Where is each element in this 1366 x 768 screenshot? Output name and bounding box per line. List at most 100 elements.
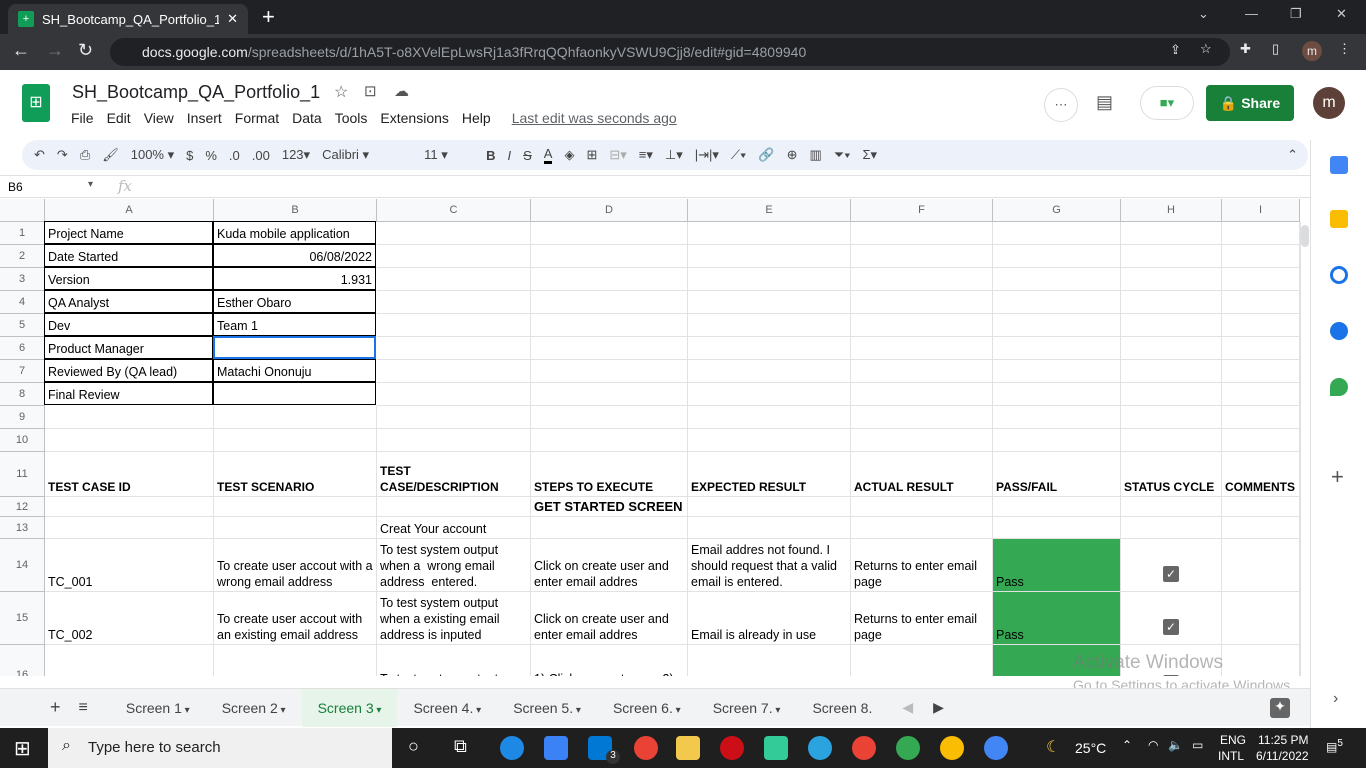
paint-format-icon[interactable]: 🖌	[102, 147, 119, 163]
text-wrap-icon[interactable]: |⇥|▾	[695, 147, 719, 163]
browser-menu-icon[interactable]: ⋮	[1338, 41, 1351, 57]
maps-icon[interactable]	[1330, 378, 1348, 396]
back-icon[interactable]: ←	[12, 40, 30, 61]
cell-c11[interactable]: TEST CASE/DESCRIPTION	[377, 452, 531, 497]
menu-view[interactable]: View	[144, 110, 174, 126]
side-panel-icon[interactable]: ▯	[1272, 41, 1279, 57]
volume-icon[interactable]: 🔈	[1168, 738, 1183, 752]
cell-h1[interactable]	[1121, 222, 1222, 245]
row-header-11[interactable]: 11	[0, 452, 45, 497]
cell-i5[interactable]	[1222, 314, 1300, 337]
cell-b4[interactable]: Esther Obaro	[213, 290, 376, 313]
font-select[interactable]: Calibri ▾	[322, 147, 412, 163]
column-header-c[interactable]: C	[377, 199, 531, 222]
cell-c1[interactable]	[377, 222, 531, 245]
weather-icon[interactable]: ☾	[1046, 737, 1060, 757]
cell-g11[interactable]: PASS/FAIL	[993, 452, 1121, 497]
row-header-10[interactable]: 10	[0, 429, 45, 452]
windows-start-icon[interactable]: ⊞	[14, 736, 31, 761]
cell-g2[interactable]	[993, 245, 1121, 268]
row-header-16[interactable]: 16	[0, 645, 45, 676]
column-header-g[interactable]: G	[993, 199, 1121, 222]
sheet-tab-3[interactable]: Screen 3 ▾	[301, 688, 398, 727]
align-vertical-icon[interactable]: ⊥▾	[665, 147, 683, 163]
row-header-7[interactable]: 7	[0, 360, 45, 383]
sheet-tab-8[interactable]: Screen 8.	[796, 689, 888, 727]
cell-b16[interactable]: To create user accout with	[214, 645, 377, 676]
cell-i13[interactable]	[1222, 517, 1300, 539]
cell-e3[interactable]	[688, 268, 851, 291]
close-tab-icon[interactable]: ✕	[227, 11, 238, 27]
profile-avatar[interactable]: m	[1302, 41, 1322, 61]
cell-a11[interactable]: TEST CASE ID	[45, 452, 214, 497]
cell-e5[interactable]	[688, 314, 851, 337]
cell-g14[interactable]: Pass	[993, 539, 1121, 592]
fill-color-icon[interactable]: ◈	[564, 147, 574, 163]
cell-b10[interactable]	[214, 429, 377, 452]
cell-d5[interactable]	[531, 314, 688, 337]
currency-button[interactable]: $	[186, 148, 193, 163]
cell-c15[interactable]: To test system output when a existing em…	[377, 592, 531, 645]
tray-chevron-icon[interactable]: ⌃	[1122, 738, 1132, 752]
functions-icon[interactable]: Σ▾	[863, 147, 878, 163]
cell-g1[interactable]	[993, 222, 1121, 245]
italic-icon[interactable]: I	[507, 148, 511, 163]
cell-c6[interactable]	[377, 337, 531, 360]
cell-a6[interactable]: Product Manager	[44, 336, 213, 359]
move-folder-icon[interactable]: ⊡	[364, 82, 377, 100]
row-header-14[interactable]: 14	[0, 539, 45, 592]
edge-icon[interactable]	[500, 736, 524, 760]
menu-file[interactable]: File	[71, 110, 94, 126]
percent-button[interactable]: %	[205, 148, 217, 163]
row-header-1[interactable]: 1	[0, 222, 45, 245]
cell-f8[interactable]	[851, 383, 993, 406]
scroll-sheets-right-icon[interactable]: ▶	[933, 699, 944, 716]
cell-f16[interactable]: Returns to enter email	[851, 645, 993, 676]
new-tab-icon[interactable]: +	[262, 4, 275, 30]
cell-h6[interactable]	[1121, 337, 1222, 360]
cell-e13[interactable]	[688, 517, 851, 539]
cell-i16[interactable]	[1222, 645, 1300, 676]
cell-a5[interactable]: Dev	[44, 313, 213, 336]
cell-h4[interactable]	[1121, 291, 1222, 314]
vertical-scrollbar[interactable]	[1300, 222, 1310, 676]
cell-d10[interactable]	[531, 429, 688, 452]
file-explorer-icon[interactable]	[676, 736, 700, 760]
cell-h12[interactable]	[1121, 497, 1222, 517]
column-header-e[interactable]: E	[688, 199, 851, 222]
cell-i9[interactable]	[1222, 406, 1300, 429]
cell-f6[interactable]	[851, 337, 993, 360]
cell-g6[interactable]	[993, 337, 1121, 360]
cell-e8[interactable]	[688, 383, 851, 406]
cell-e2[interactable]	[688, 245, 851, 268]
cell-i1[interactable]	[1222, 222, 1300, 245]
insert-comment-icon[interactable]: ⊕	[787, 147, 798, 163]
cell-d15[interactable]: Click on create user and enter email add…	[531, 592, 688, 645]
redo-icon[interactable]: ↷	[57, 147, 68, 163]
cell-g15[interactable]: Pass	[993, 592, 1121, 645]
cell-f3[interactable]	[851, 268, 993, 291]
collapse-menus-icon[interactable]: ⌃	[1287, 147, 1298, 163]
explore-icon[interactable]: ✦	[1270, 697, 1290, 718]
increase-decimal-button[interactable]: .00	[252, 148, 270, 163]
cell-f15[interactable]: Returns to enter email page	[851, 592, 993, 645]
sheets-logo-icon[interactable]: ⊞	[22, 84, 50, 122]
cell-d6[interactable]	[531, 337, 688, 360]
url-input[interactable]: docs.google.com/spreadsheets/d/1hA5T-o8X…	[110, 38, 1230, 66]
cell-a8[interactable]: Final Review	[44, 382, 213, 405]
contacts-icon[interactable]	[1330, 322, 1348, 340]
keep-icon[interactable]	[1330, 210, 1348, 228]
row-header-15[interactable]: 15	[0, 592, 45, 645]
battery-icon[interactable]: ▭	[1192, 738, 1203, 752]
chrome-profile-icon[interactable]	[852, 736, 876, 760]
cell-h14[interactable]: ✓	[1121, 539, 1222, 592]
opera-icon[interactable]	[720, 736, 744, 760]
comments-icon[interactable]: ▤	[1096, 92, 1113, 113]
wifi-icon[interactable]: ◠	[1148, 738, 1158, 752]
merge-cells-icon[interactable]: ⊟▾	[609, 147, 626, 163]
cell-d4[interactable]	[531, 291, 688, 314]
app-icon[interactable]	[764, 736, 788, 760]
zoom-select[interactable]: 100% ▾	[131, 147, 174, 163]
cell-e4[interactable]	[688, 291, 851, 314]
minimize-icon[interactable]: —	[1245, 6, 1258, 21]
